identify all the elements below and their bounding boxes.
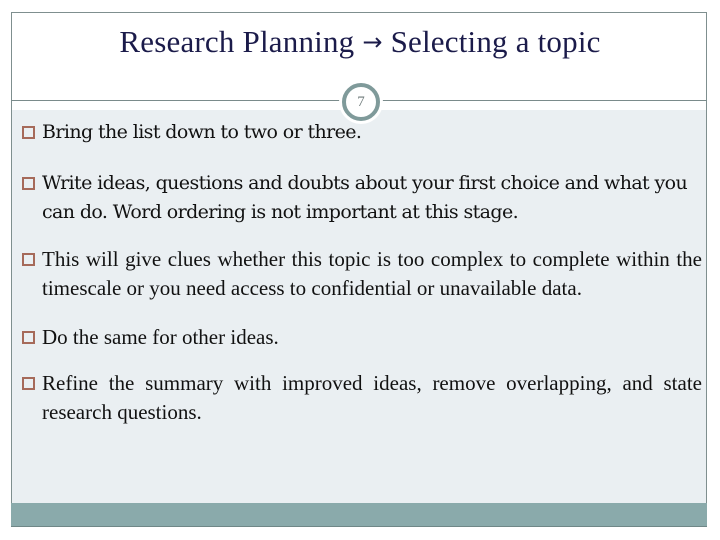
square-bullet-icon [22, 377, 35, 390]
bullet-item: Do the same for other ideas. [22, 323, 702, 352]
footer-band [11, 503, 707, 527]
bullet-item: Refine the summary with improved ideas, … [22, 369, 702, 427]
title-right: Selecting a topic [390, 24, 601, 59]
bullet-text: This will give clues whether this topic … [42, 247, 702, 300]
square-bullet-icon [22, 126, 35, 139]
bullet-item: Bring the list down to two or three. [22, 118, 702, 147]
bullet-item: Write ideas, questions and doubts about … [22, 169, 702, 227]
bullet-text: Refine the summary with improved ideas, … [42, 371, 702, 424]
bullet-text: Write ideas, questions and doubts about … [42, 172, 688, 223]
page-number-badge: 7 [342, 83, 380, 121]
arrow-right-icon: → [362, 28, 383, 56]
bullet-text: Bring the list down to two or three. [42, 121, 362, 143]
square-bullet-icon [22, 253, 35, 266]
page-number: 7 [357, 93, 365, 110]
slide-title: Research Planning → Selecting a topic [0, 24, 720, 60]
bullet-item: This will give clues whether this topic … [22, 245, 702, 303]
bullet-text: Do the same for other ideas. [42, 325, 279, 349]
square-bullet-icon [22, 177, 35, 190]
title-left: Research Planning [119, 24, 355, 59]
square-bullet-icon [22, 331, 35, 344]
bullet-list: Bring the list down to two or three. Wri… [22, 118, 702, 446]
